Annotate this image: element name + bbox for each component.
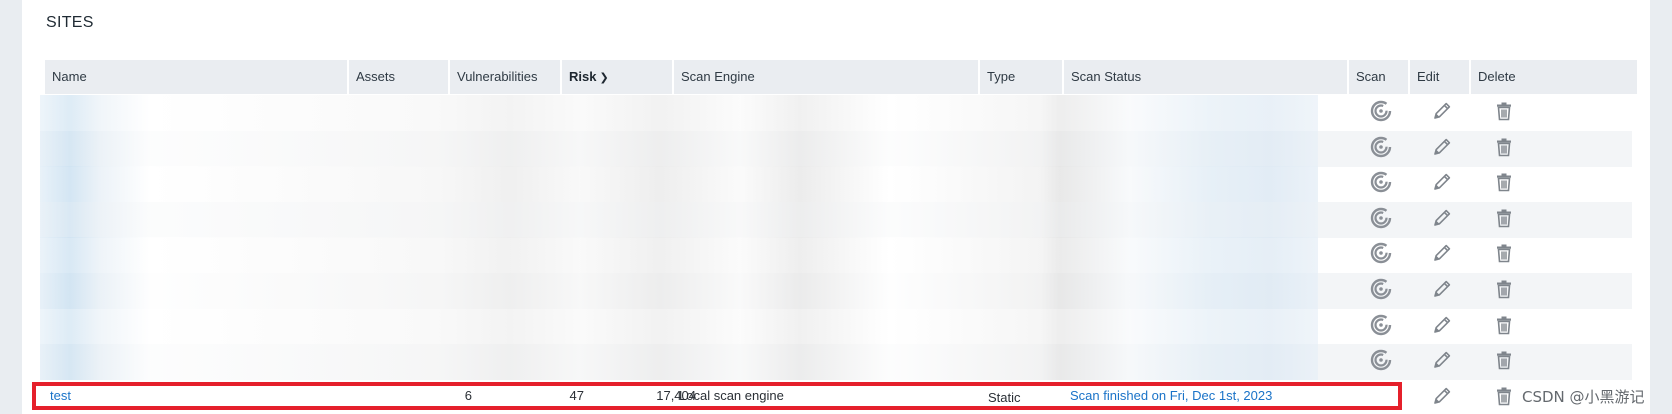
scan-icon[interactable] — [1357, 235, 1405, 271]
scan-icon[interactable] — [1357, 271, 1405, 307]
watermark: CSDN @小黑游记 — [1522, 388, 1645, 406]
pencil-icon[interactable] — [1418, 342, 1466, 378]
redacted-row-content — [40, 131, 1318, 167]
risk-header-label: Risk — [569, 69, 597, 84]
pencil-icon[interactable] — [1418, 200, 1466, 236]
column-header-name[interactable]: Name — [45, 60, 349, 94]
pencil-icon[interactable] — [1418, 164, 1466, 200]
site-name-link[interactable]: test — [50, 386, 71, 406]
highlighted-row-test: test 6 47 17,404 Local scan engine Stati… — [32, 382, 1402, 410]
sort-descending-icon: ❯ — [599, 72, 609, 84]
column-header-scan: Scan — [1349, 60, 1410, 94]
redacted-row-content — [40, 309, 1318, 345]
trash-icon[interactable] — [1480, 271, 1528, 307]
scan-icon[interactable] — [1357, 129, 1405, 165]
trash-icon[interactable] — [1480, 129, 1528, 165]
site-type-value: Static — [988, 390, 1021, 405]
column-header-vulnerabilities[interactable]: Vulnerabilities — [450, 60, 562, 94]
trash-icon[interactable] — [1480, 200, 1528, 236]
sites-table: Name Assets Vulnerabilities Risk ❯ Scan E… — [45, 60, 1637, 94]
trash-icon[interactable] — [1480, 307, 1528, 343]
trash-icon[interactable] — [1480, 93, 1528, 129]
column-header-edit: Edit — [1410, 60, 1471, 94]
redacted-row-content — [40, 166, 1318, 202]
scan-icon[interactable] — [1357, 307, 1405, 343]
pencil-icon[interactable] — [1418, 271, 1466, 307]
scan-icon[interactable] — [1357, 200, 1405, 236]
redacted-row-content — [40, 344, 1318, 380]
column-header-assets[interactable]: Assets — [349, 60, 450, 94]
redacted-row-content — [40, 202, 1318, 238]
vulnerabilities-count: 47 — [569, 388, 584, 403]
assets-count: 6 — [464, 388, 472, 403]
panel-title: SITES — [46, 14, 94, 31]
column-header-risk[interactable]: Risk ❯ — [562, 60, 674, 94]
scan-status-link[interactable]: Scan finished on Fri, Dec 1st, 2023 — [1070, 386, 1272, 406]
pencil-icon[interactable] — [1418, 129, 1466, 165]
redacted-row-content — [40, 273, 1318, 309]
trash-icon[interactable] — [1480, 342, 1528, 378]
trash-icon[interactable] — [1480, 164, 1528, 200]
scan-icon[interactable] — [1357, 93, 1405, 129]
pencil-icon[interactable] — [1418, 93, 1466, 129]
scan-engine-value: Local scan engine — [679, 388, 784, 403]
redacted-row-content — [40, 237, 1318, 273]
redacted-row-content — [40, 95, 1318, 131]
column-header-scan-engine[interactable]: Scan Engine — [674, 60, 980, 94]
column-header-type[interactable]: Type — [980, 60, 1064, 94]
pencil-icon[interactable] — [1418, 235, 1466, 271]
pencil-icon[interactable] — [1418, 378, 1466, 414]
pencil-icon[interactable] — [1418, 307, 1466, 343]
column-header-delete: Delete — [1478, 69, 1516, 84]
trash-icon[interactable] — [1480, 378, 1528, 414]
table-header: Name Assets Vulnerabilities Risk ❯ Scan E… — [45, 60, 1637, 94]
column-header-scan-status[interactable]: Scan Status — [1064, 60, 1349, 94]
trash-icon[interactable] — [1480, 235, 1528, 271]
scan-icon[interactable] — [1357, 164, 1405, 200]
scan-icon[interactable] — [1357, 342, 1405, 378]
